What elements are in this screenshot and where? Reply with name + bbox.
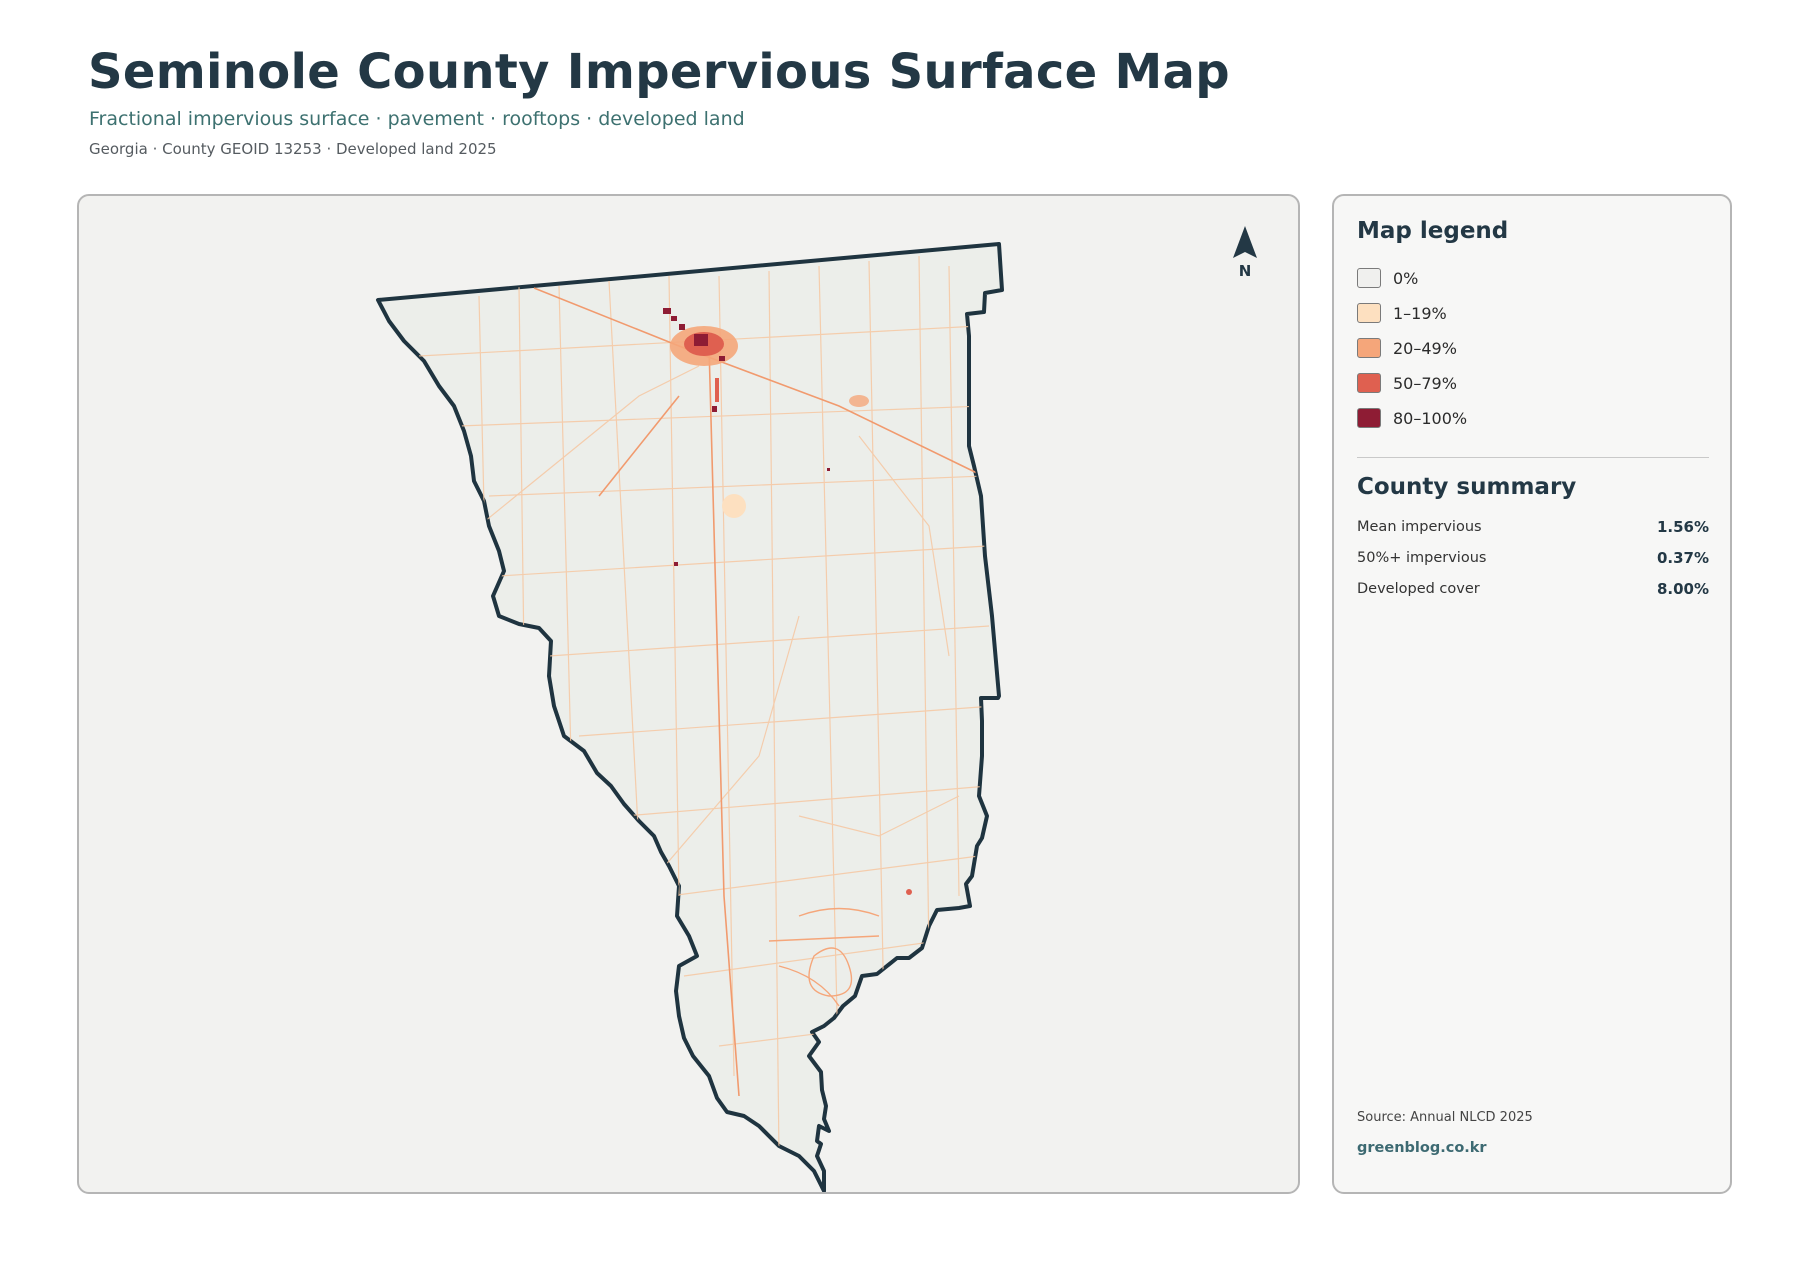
north-arrow: N (1233, 226, 1257, 280)
legend-label: 20–49% (1393, 338, 1457, 358)
county-map[interactable]: N (79, 196, 1300, 1194)
legend-divider (1357, 457, 1709, 458)
legend-item: 80–100% (1357, 406, 1467, 430)
north-arrow-label: N (1239, 262, 1252, 280)
legend-label: 1–19% (1393, 303, 1447, 323)
site-link[interactable]: greenblog.co.kr (1357, 1140, 1487, 1156)
stat-label: 50%+ impervious (1357, 550, 1487, 566)
summary-title: County summary (1357, 474, 1577, 500)
legend-swatch-1 (1357, 303, 1381, 323)
legend-label: 80–100% (1393, 408, 1468, 428)
legend-item: 0% (1357, 266, 1418, 290)
legend-swatch-2 (1357, 338, 1381, 358)
stat-label: Mean impervious (1357, 519, 1482, 535)
legend-item: 20–49% (1357, 336, 1457, 360)
legend-item: 1–19% (1357, 301, 1447, 325)
stat-value: 1.56% (1656, 518, 1709, 536)
stat-row-mean: Mean impervious 1.56% (1357, 516, 1709, 538)
legend-title: Map legend (1357, 218, 1509, 244)
legend-label: 0% (1393, 268, 1419, 288)
page-title: Seminole County Impervious Surface Map (88, 44, 1230, 100)
legend-swatch-3 (1357, 373, 1381, 393)
legend-item: 50–79% (1357, 371, 1457, 395)
page-meta: Georgia · County GEOID 13253 · Developed… (89, 140, 497, 158)
county-boundary[interactable] (376, 242, 1004, 1192)
stat-row-high: 50%+ impervious 0.37% (1357, 547, 1709, 569)
stat-label: Developed cover (1357, 581, 1480, 597)
map-panel[interactable]: N (77, 194, 1300, 1194)
legend-label: 50–79% (1393, 373, 1457, 393)
source-note: Source: Annual NLCD 2025 (1357, 1110, 1533, 1125)
stat-value: 0.37% (1656, 549, 1709, 567)
legend-swatch-0 (1357, 268, 1381, 288)
north-arrow-icon (1233, 226, 1257, 258)
stat-value: 8.00% (1656, 580, 1709, 598)
stat-row-developed: Developed cover 8.00% (1357, 578, 1709, 600)
page-subtitle: Fractional impervious surface · pavement… (89, 108, 745, 130)
legend-swatch-4 (1357, 408, 1381, 428)
legend-panel: Map legend 0% 1–19% 20–49% 50–79% 80–100… (1332, 194, 1732, 1194)
